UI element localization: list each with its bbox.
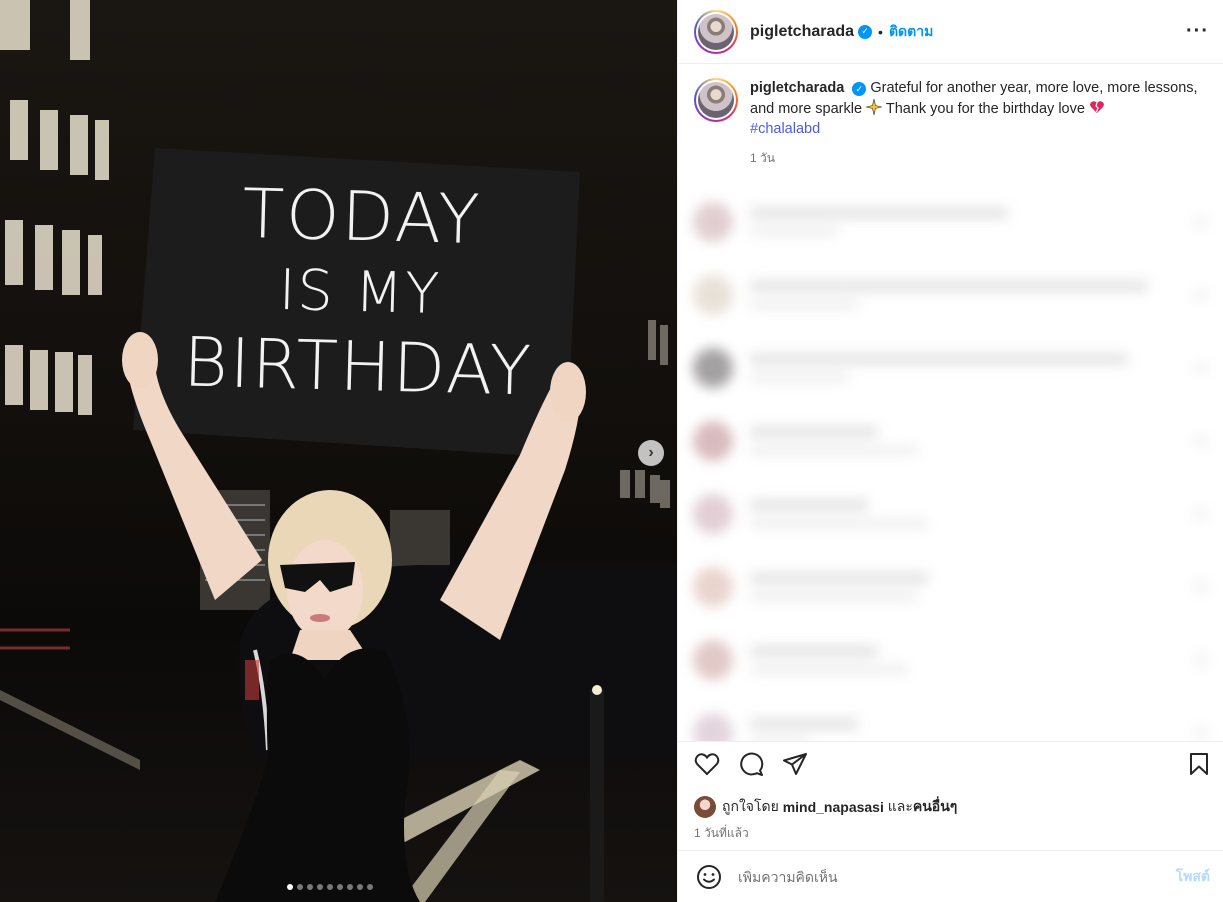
- carousel-dot[interactable]: [337, 884, 343, 890]
- verified-badge-icon: ✓: [858, 24, 873, 39]
- carousel-dot[interactable]: [357, 884, 363, 890]
- comment-input[interactable]: [738, 868, 1118, 885]
- username-link[interactable]: pigletcharada: [750, 23, 854, 41]
- carousel-dots: [287, 884, 373, 890]
- comment-row: [681, 696, 1223, 741]
- post-time: 1 วันที่แล้ว: [694, 826, 749, 840]
- like-heart-icon[interactable]: [694, 752, 720, 776]
- sign-text: TODAY IS MY BIRTHDAY: [147, 173, 573, 414]
- add-comment-bar: โพสต์: [678, 850, 1223, 902]
- sign-line-3: BIRTHDAY: [182, 323, 534, 412]
- caption-avatar[interactable]: [694, 78, 738, 122]
- photo-scene: [0, 0, 677, 902]
- carousel-dot[interactable]: [287, 884, 293, 890]
- comment-row: [681, 550, 1223, 623]
- verified-badge-icon: ✓: [852, 82, 867, 97]
- post-comment-button[interactable]: โพสต์: [1176, 866, 1210, 888]
- sparkles-icon: [866, 98, 883, 115]
- post-sidebar: pigletcharada ✓ • ติดตาม ··· pigletchara…: [677, 0, 1223, 902]
- caption-text-part2: Thank you for the birthday love: [885, 100, 1085, 117]
- broken-heart-icon: [1090, 100, 1104, 113]
- carousel-dot[interactable]: [307, 884, 313, 890]
- more-horizontal-icon[interactable]: ···: [1186, 20, 1209, 43]
- caption-time: 1 วัน: [750, 150, 775, 165]
- post-header: pigletcharada ✓ • ติดตาม ···: [678, 0, 1223, 64]
- sign-line-1: TODAY: [241, 174, 483, 261]
- carousel-dot[interactable]: [297, 884, 303, 890]
- carousel-dot[interactable]: [347, 884, 353, 890]
- carousel-dot[interactable]: [317, 884, 323, 890]
- comment-row: [681, 258, 1223, 331]
- emoji-smiley-icon[interactable]: [696, 864, 722, 890]
- likes-connector: และ: [887, 798, 913, 814]
- caption-username[interactable]: pigletcharada: [750, 80, 844, 96]
- post-actions: ถูกใจโดย mind_napasasi และ คนอื่นๆ 1 วัน…: [678, 741, 1223, 843]
- hashtag-link[interactable]: #chalalabd: [750, 121, 820, 137]
- likes-summary: ถูกใจโดย mind_napasasi และ คนอื่นๆ: [694, 796, 1210, 818]
- comment-row: [681, 404, 1223, 477]
- sign-line-2: IS MY: [277, 257, 443, 328]
- carousel-dot[interactable]: [327, 884, 333, 890]
- post-photo[interactable]: TODAY IS MY BIRTHDAY ›: [0, 0, 677, 902]
- carousel-dot[interactable]: [367, 884, 373, 890]
- chevron-right-icon: ›: [648, 444, 654, 461]
- likes-prefix: ถูกใจโดย: [722, 798, 779, 814]
- save-bookmark-icon[interactable]: [1188, 752, 1210, 776]
- carousel-next-button[interactable]: ›: [638, 440, 664, 466]
- comment-row: [681, 623, 1223, 696]
- post-caption: pigletcharada ✓ Grateful for another yea…: [678, 64, 1223, 184]
- share-send-icon[interactable]: [782, 752, 808, 776]
- separator-bullet: •: [878, 23, 883, 40]
- avatar[interactable]: [694, 9, 738, 54]
- comment-row: [681, 331, 1223, 404]
- comment-row: [681, 185, 1223, 258]
- comment-bubble-icon[interactable]: [738, 751, 764, 777]
- follow-button[interactable]: ติดตาม: [889, 21, 933, 43]
- likes-others-link[interactable]: คนอื่นๆ: [913, 796, 957, 818]
- liker-username-link[interactable]: mind_napasasi: [783, 799, 884, 815]
- comment-row: [681, 477, 1223, 550]
- comments-list[interactable]: [681, 185, 1223, 741]
- liker-avatar[interactable]: [694, 796, 716, 818]
